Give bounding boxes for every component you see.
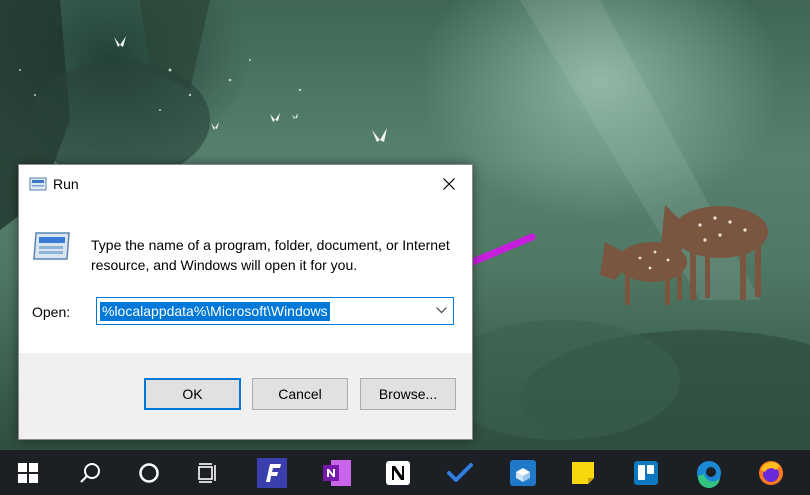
fsviewer-icon[interactable] xyxy=(246,450,298,495)
chevron-down-icon[interactable] xyxy=(436,307,447,314)
run-dialog: Run Type the name of a program, folder, … xyxy=(18,164,473,440)
trello-icon[interactable] xyxy=(620,450,672,495)
firefox-icon[interactable] xyxy=(745,450,797,495)
close-button[interactable] xyxy=(426,165,472,203)
ok-button[interactable]: OK xyxy=(144,378,241,410)
notion-icon[interactable] xyxy=(372,450,424,495)
taskbar xyxy=(0,450,810,495)
edge-icon[interactable] xyxy=(683,450,735,495)
search-icon[interactable] xyxy=(64,450,116,495)
todo-icon[interactable] xyxy=(434,450,486,495)
open-input[interactable]: %localappdata%\Microsoft\Windows xyxy=(96,297,454,325)
windows-start-icon[interactable] xyxy=(2,450,54,495)
run-icon xyxy=(29,177,47,191)
dialog-content: Type the name of a program, folder, docu… xyxy=(19,203,472,353)
open-input-value[interactable]: %localappdata%\Microsoft\Windows xyxy=(100,302,330,321)
dialog-description: Type the name of a program, folder, docu… xyxy=(91,237,450,273)
onenote-icon[interactable] xyxy=(311,450,363,495)
close-icon xyxy=(443,178,455,190)
store-icon[interactable] xyxy=(497,450,549,495)
open-label: Open: xyxy=(32,304,71,320)
task-view-icon[interactable] xyxy=(182,450,234,495)
run-program-icon xyxy=(33,232,70,260)
cancel-button[interactable]: Cancel xyxy=(252,378,348,410)
browse-button[interactable]: Browse... xyxy=(360,378,456,410)
cortana-icon[interactable] xyxy=(123,450,175,495)
dialog-title: Run xyxy=(53,176,79,192)
title-bar[interactable]: Run xyxy=(19,165,472,203)
sticky-notes-icon[interactable] xyxy=(557,450,609,495)
